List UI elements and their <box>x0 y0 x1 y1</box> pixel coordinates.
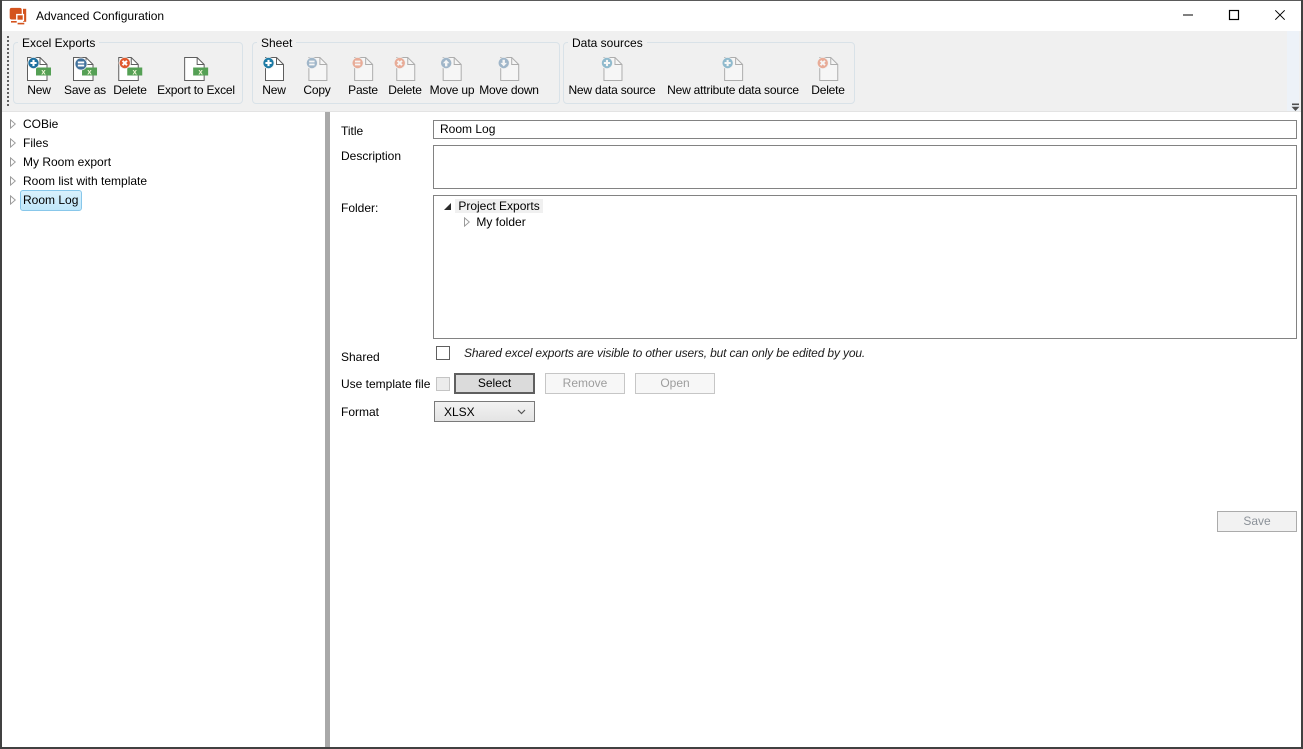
svg-text:x: x <box>41 67 46 76</box>
svg-text:x: x <box>132 67 137 76</box>
svg-text:x: x <box>198 67 203 76</box>
svg-text:x: x <box>87 67 92 76</box>
